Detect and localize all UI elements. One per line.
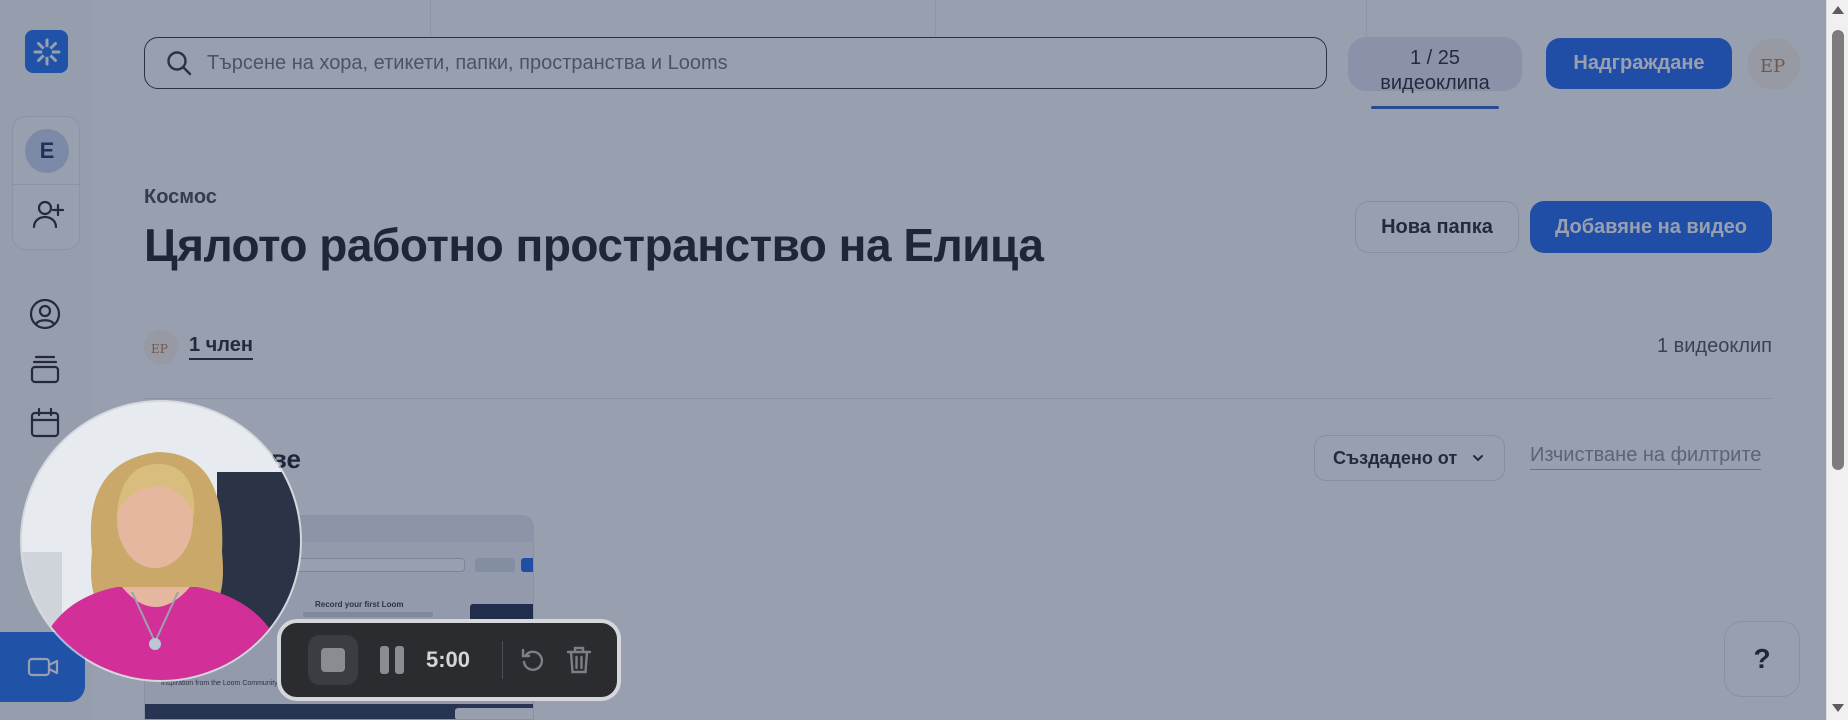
workspace-switcher: Е (12, 116, 80, 250)
help-button[interactable]: ? (1724, 621, 1800, 697)
filter-label: Създадено от (1333, 447, 1458, 468)
quota-unit: видеоклипа (1380, 72, 1490, 94)
stop-recording-button[interactable] (308, 635, 358, 685)
divider (144, 398, 1772, 399)
scroll-up-arrow-icon[interactable] (1832, 6, 1844, 14)
thumbnail-chip (455, 708, 533, 719)
search-bar[interactable]: Търсене на хора, етикети, папки, простра… (144, 37, 1327, 89)
quota-progress-bar (1371, 106, 1499, 109)
grid-divider (1366, 0, 1367, 38)
scrollbar-thumb[interactable] (1832, 30, 1844, 470)
profile-icon[interactable] (28, 297, 62, 331)
scrollbar[interactable] (1826, 0, 1848, 720)
grid-divider (430, 0, 431, 38)
recording-timer: 5:00 (426, 647, 471, 672)
new-folder-button[interactable]: Нова папка (1355, 201, 1519, 253)
thumbnail-heading: Record your first Loom (315, 600, 404, 609)
loom-logo[interactable] (25, 30, 68, 73)
video-count: 1 видеоклип (1656, 335, 1772, 357)
loom-logo-icon (33, 38, 60, 65)
thumbnail-button (521, 558, 533, 572)
webcam-feed (22, 402, 300, 680)
pause-icon[interactable] (380, 646, 406, 674)
clear-filters-link[interactable]: Изчистване на филтрите (1530, 444, 1762, 470)
member-avatar: EP (144, 330, 178, 364)
breadcrumb[interactable]: Космос (144, 186, 217, 209)
recording-controls: 5:00 (277, 619, 621, 701)
library-icon[interactable] (28, 352, 62, 386)
upgrade-button[interactable]: Надграждане (1546, 38, 1732, 89)
user-avatar[interactable]: EP (1748, 38, 1800, 90)
stop-icon (321, 648, 345, 672)
thumbnail-button (475, 558, 515, 572)
restart-icon[interactable] (519, 646, 547, 674)
page-title: Цялото работно пространство на Елица (144, 219, 1044, 271)
avatar-initials: EP (151, 342, 168, 356)
video-quota[interactable]: 1 / 25 видеоклипа (1348, 37, 1522, 94)
scroll-down-arrow-icon[interactable] (1832, 704, 1844, 712)
monogram-logo: EP (1760, 56, 1785, 77)
avatar-initials: EP (1760, 56, 1785, 77)
camera-bubble[interactable] (22, 402, 300, 680)
calendar-icon[interactable] (28, 406, 62, 440)
thumbnail-search (295, 558, 465, 572)
trash-icon[interactable] (565, 645, 593, 675)
monogram-logo: EP (151, 342, 168, 356)
add-member-icon[interactable] (31, 197, 65, 231)
created-by-filter[interactable]: Създадено от (1314, 435, 1505, 481)
thumbnail-text (303, 612, 433, 617)
quota-count: 1 / 25 (1409, 47, 1461, 69)
search-icon (167, 51, 192, 76)
chevron-down-icon (1473, 455, 1484, 462)
grid-divider (935, 0, 936, 38)
members-link[interactable]: 1 член (189, 334, 253, 360)
add-video-button[interactable]: Добавяне на видео (1530, 201, 1772, 253)
divider (502, 641, 503, 679)
workspace-avatar[interactable]: Е (25, 129, 69, 173)
thumbnail-caption: Inspiration from the Loom Community (161, 680, 278, 687)
video-camera-icon (27, 657, 58, 677)
divider (13, 184, 79, 185)
search-placeholder: Търсене на хора, етикети, папки, простра… (207, 51, 728, 74)
